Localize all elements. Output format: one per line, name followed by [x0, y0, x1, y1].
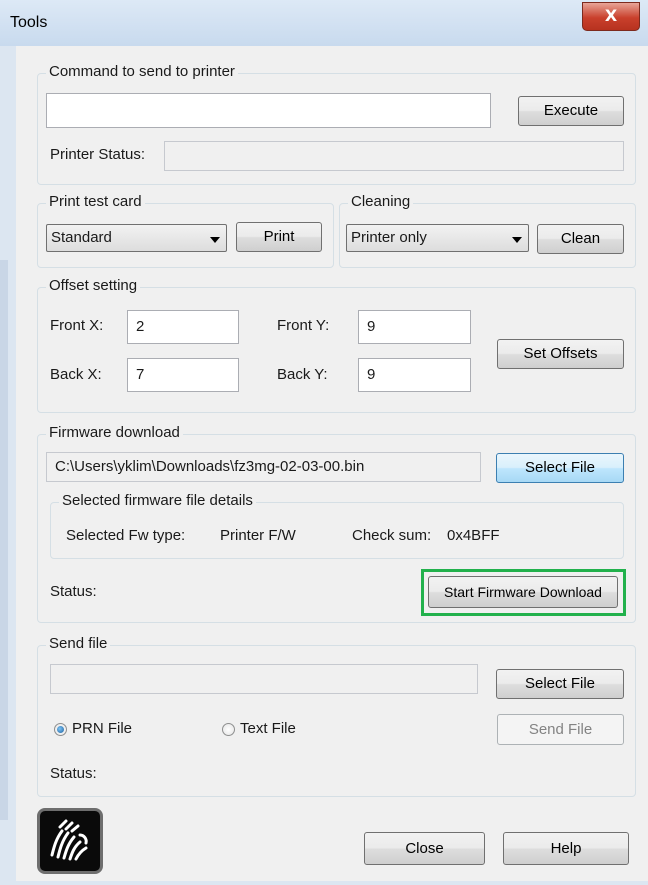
send-file-path: [50, 664, 478, 694]
firmware-select-file-button[interactable]: Select File: [496, 453, 624, 483]
print-button[interactable]: Print: [236, 222, 322, 252]
start-firmware-download-button[interactable]: Start Firmware Download: [428, 576, 618, 608]
firmware-details-legend: Selected firmware file details: [59, 492, 256, 509]
command-group-legend: Command to send to printer: [46, 63, 238, 80]
zebra-logo-icon: [37, 808, 103, 874]
send-file-status-label: Status:: [50, 765, 97, 782]
help-button[interactable]: Help: [503, 832, 629, 865]
checksum-label: Check sum:: [352, 527, 432, 544]
cleaning-group-legend: Cleaning: [348, 193, 414, 210]
firmware-file-path: C:\Users\yklim\Downloads\fz3mg-02-03-00.…: [46, 452, 481, 482]
test-card-selected: Standard: [51, 229, 112, 246]
printer-status-field: [164, 141, 624, 171]
prn-file-label[interactable]: PRN File: [72, 720, 132, 737]
front-x-input[interactable]: 2: [127, 310, 239, 344]
window-frame-bottom: [0, 881, 648, 885]
fw-type-label: Selected Fw type:: [66, 527, 186, 544]
clean-button[interactable]: Clean: [537, 224, 624, 254]
cleaning-dropdown[interactable]: Printer only: [346, 224, 529, 252]
back-x-input[interactable]: 7: [127, 358, 239, 392]
front-x-label: Front X:: [50, 317, 104, 334]
cleaning-selected: Printer only: [351, 229, 427, 246]
back-y-input[interactable]: 9: [358, 358, 471, 392]
text-file-label[interactable]: Text File: [240, 720, 296, 737]
front-y-label: Front Y:: [277, 317, 330, 334]
back-y-label: Back Y:: [277, 366, 328, 383]
send-file-group-legend: Send file: [46, 635, 111, 652]
prn-file-radio[interactable]: [54, 723, 67, 736]
firmware-status-label: Status:: [50, 583, 97, 600]
front-y-input[interactable]: 9: [358, 310, 471, 344]
send-file-button[interactable]: Send File: [497, 714, 624, 745]
test-card-group-legend: Print test card: [46, 193, 145, 210]
fw-type-value: Printer F/W: [220, 527, 296, 544]
close-button[interactable]: Close: [364, 832, 485, 865]
offset-group-legend: Offset setting: [46, 277, 141, 294]
test-card-dropdown[interactable]: Standard: [46, 224, 227, 252]
window-title: Tools: [10, 14, 48, 31]
close-window-button[interactable]: X: [582, 2, 640, 31]
window-frame-shadow: [0, 260, 8, 820]
set-offsets-button[interactable]: Set Offsets: [497, 339, 624, 369]
chevron-down-icon: [512, 237, 522, 243]
tools-dialog: Tools X Command to send to printer Execu…: [0, 0, 648, 885]
send-select-file-button[interactable]: Select File: [496, 669, 624, 699]
command-input[interactable]: [46, 93, 491, 128]
checksum-value: 0x4BFF: [447, 527, 500, 544]
printer-status-label: Printer Status:: [50, 146, 146, 163]
firmware-group-legend: Firmware download: [46, 424, 183, 441]
text-file-radio[interactable]: [222, 723, 235, 736]
back-x-label: Back X:: [50, 366, 102, 383]
chevron-down-icon: [210, 237, 220, 243]
execute-button[interactable]: Execute: [518, 96, 624, 126]
title-bar[interactable]: Tools X: [0, 0, 648, 46]
